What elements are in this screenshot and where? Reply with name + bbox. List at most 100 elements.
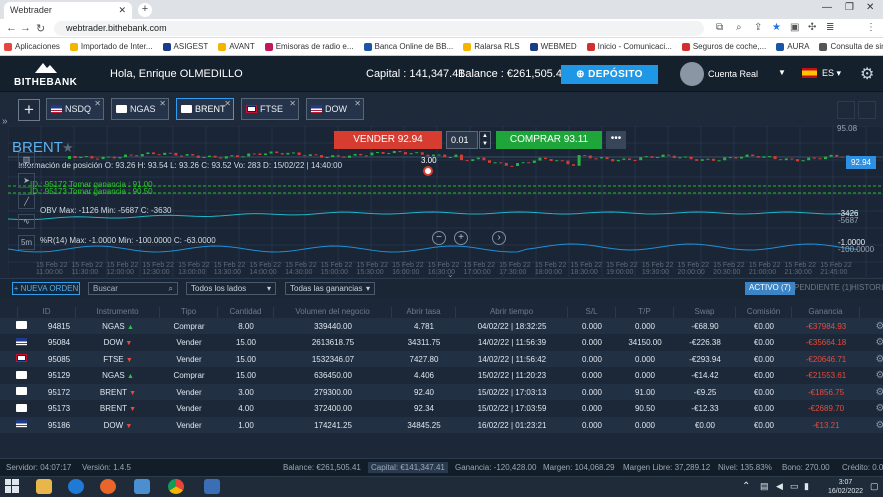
language-selector[interactable]: ES ▾	[822, 68, 841, 79]
bookmark-item[interactable]: Inicio - Comunicaci...	[586, 42, 672, 51]
add-instrument-button[interactable]: +	[18, 99, 40, 121]
indicator-tool-icon[interactable]: ∿	[18, 214, 35, 229]
close-icon[interactable]: ✕	[289, 99, 296, 108]
layout-single-icon[interactable]	[858, 101, 876, 119]
tray-apps-icon[interactable]: ▤	[760, 481, 769, 492]
close-icon[interactable]: ✕	[94, 99, 101, 108]
spain-flag-icon[interactable]	[802, 68, 817, 78]
gear-icon[interactable]: ⚙	[860, 370, 883, 381]
network-icon[interactable]: ▭	[790, 481, 799, 492]
tab-history[interactable]: HISTORIAL	[847, 282, 883, 295]
account-avatar[interactable]	[680, 62, 704, 86]
minimize-icon[interactable]: —	[822, 2, 832, 13]
layout-grid-icon[interactable]	[837, 101, 855, 119]
quantity-input[interactable]: 0.01	[446, 131, 478, 149]
sell-button[interactable]: VENDER 92.94	[334, 131, 442, 149]
close-icon[interactable]: ✕	[224, 99, 231, 108]
cursor-tool-icon[interactable]: ➤	[18, 173, 35, 188]
zoom-out-icon[interactable]: −	[432, 231, 446, 245]
bookmark-item[interactable]: Importado de Inter...	[69, 42, 153, 51]
close-icon[interactable]: ✕	[354, 99, 361, 108]
table-row[interactable]: 95172 BRENT ▼ Vender 3.00 279300.00 92.40 15/0…	[0, 384, 883, 400]
side-filter-select[interactable]: Todos los lados ▾	[186, 282, 276, 295]
windows-start-icon[interactable]	[5, 479, 21, 494]
chart-type-icon[interactable]: ▥	[18, 152, 35, 167]
bookmark-item[interactable]: WEBMED	[529, 42, 577, 51]
logo[interactable]: BITHEBANK	[14, 60, 77, 88]
expand-panel-icon[interactable]: »	[2, 116, 8, 127]
bookmark-item[interactable]: Ralarsa RLS	[463, 42, 520, 51]
table-row[interactable]: 95084 DOW ▼ Vender 15.00 2613618.75 34311.75 1…	[0, 334, 883, 351]
quantity-stepper[interactable]: ▲ ▼	[479, 131, 491, 149]
extension-puzzle-icon[interactable]: ✣	[808, 22, 816, 33]
gain-filter-select[interactable]: Todas las ganancias ▾	[285, 282, 375, 295]
bookmark-item[interactable]: Consulta de siniestros	[819, 42, 883, 51]
messaging-icon[interactable]	[134, 479, 150, 494]
account-type[interactable]: Cuenta Real	[708, 69, 758, 79]
file-explorer-icon[interactable]	[36, 479, 52, 494]
tab-instrument-nsdq[interactable]: NSDQ ✕	[46, 98, 104, 120]
tab-active[interactable]: ACTIVO (7)	[745, 282, 795, 295]
bookmark-item[interactable]: AURA	[776, 42, 809, 51]
browser-tab[interactable]: Webtrader ✕	[4, 2, 132, 19]
deposit-button[interactable]: ⊕ DEPÓSITO	[561, 65, 658, 84]
gear-icon[interactable]: ⚙	[860, 403, 883, 414]
tab-instrument-ftse[interactable]: FTSE ✕	[241, 98, 299, 120]
bookmark-item[interactable]: AVANT	[218, 42, 255, 51]
gear-icon[interactable]: ⚙	[860, 354, 883, 365]
speaker-icon[interactable]: ◀	[776, 481, 783, 492]
chrome-icon[interactable]	[168, 479, 184, 494]
new-order-button[interactable]: + NUEVA ORDEN	[12, 282, 80, 295]
edge-icon[interactable]	[68, 479, 84, 494]
clock[interactable]: 3:07 16/02/2022	[828, 478, 863, 496]
bookmark-item[interactable]: Emisoras de radio e...	[264, 42, 354, 51]
wifi-icon[interactable]: ⌃	[742, 481, 750, 492]
search-input[interactable]: Buscar ⌕	[88, 282, 178, 295]
gear-icon[interactable]: ⚙	[860, 64, 874, 84]
more-options-icon[interactable]: •••	[606, 131, 626, 149]
tab-instrument-brent[interactable]: BRENT ✕	[176, 98, 234, 120]
gear-icon[interactable]: ⚙	[860, 420, 883, 431]
table-row[interactable]: 95129 NGAS ▲ Comprar 15.00 636450.00 4.406 15/…	[0, 367, 883, 384]
url-input[interactable]: webtrader.bithebank.com	[54, 21, 704, 36]
maximize-icon[interactable]: ❐	[845, 2, 854, 13]
translate-icon[interactable]: ⧉	[716, 22, 723, 33]
tab-instrument-dow[interactable]: DOW ✕	[306, 98, 364, 120]
share-icon[interactable]: ⇪	[754, 22, 762, 33]
buy-button[interactable]: COMPRAR 93.11	[496, 131, 602, 149]
tab-instrument-ngas[interactable]: NGAS ✕	[111, 98, 169, 120]
table-row[interactable]: 95173 BRENT ▼ Vender 4.00 372400.00 92.34 15/0…	[0, 400, 883, 417]
tab-pending[interactable]: PENDIENTE (1)	[790, 282, 856, 295]
zoom-in-icon[interactable]: +	[454, 231, 468, 245]
forward-icon[interactable]: →	[20, 22, 31, 34]
table-row[interactable]: 95085 FTSE ▼ Vender 15.00 1532346.07 7427.80 1…	[0, 351, 883, 367]
bookmark-item[interactable]: Seguros de coche,...	[681, 42, 766, 51]
close-icon[interactable]: ✕	[118, 5, 126, 16]
reading-mode-icon[interactable]: ≣	[826, 22, 834, 33]
timeframe-button[interactable]: 5m	[18, 235, 35, 250]
bookmark-star-icon[interactable]: ★	[772, 22, 781, 33]
scroll-right-icon[interactable]: ›	[492, 231, 506, 245]
app-icon[interactable]	[204, 479, 220, 494]
table-row[interactable]: 94815 NGAS ▲ Comprar 8.00 339440.00 4.781 04/0…	[0, 318, 883, 334]
extension-icon[interactable]: ▣	[790, 22, 799, 33]
gear-icon[interactable]: ⚙	[860, 321, 883, 332]
battery-icon[interactable]: ▮	[804, 481, 809, 492]
back-icon[interactable]: ←	[6, 22, 17, 34]
close-window-icon[interactable]: ✕	[866, 2, 874, 13]
chevron-down-icon[interactable]: ▼	[778, 68, 786, 77]
gear-icon[interactable]: ⚙	[860, 337, 883, 348]
favorite-star-icon[interactable]: ★	[62, 140, 74, 156]
bookmark-item[interactable]: Banca Online de BB...	[363, 42, 453, 51]
table-row[interactable]: 95186 DOW ▼ Vender 1.00 174241.25 34845.25 16/…	[0, 417, 883, 433]
notification-icon[interactable]: ▢	[870, 481, 879, 492]
zoom-icon[interactable]: ⌕	[736, 22, 742, 33]
close-icon[interactable]: ✕	[159, 99, 166, 108]
bookmark-item[interactable]: ASIGEST	[162, 42, 208, 51]
reload-icon[interactable]: ↻	[36, 22, 45, 35]
bookmark-item[interactable]: Aplicaciones	[4, 42, 60, 51]
gear-icon[interactable]: ⚙	[860, 387, 883, 398]
menu-kebab-icon[interactable]: ⋮	[866, 22, 876, 33]
firefox-icon[interactable]	[100, 479, 116, 494]
new-tab-button[interactable]: +	[138, 3, 152, 17]
